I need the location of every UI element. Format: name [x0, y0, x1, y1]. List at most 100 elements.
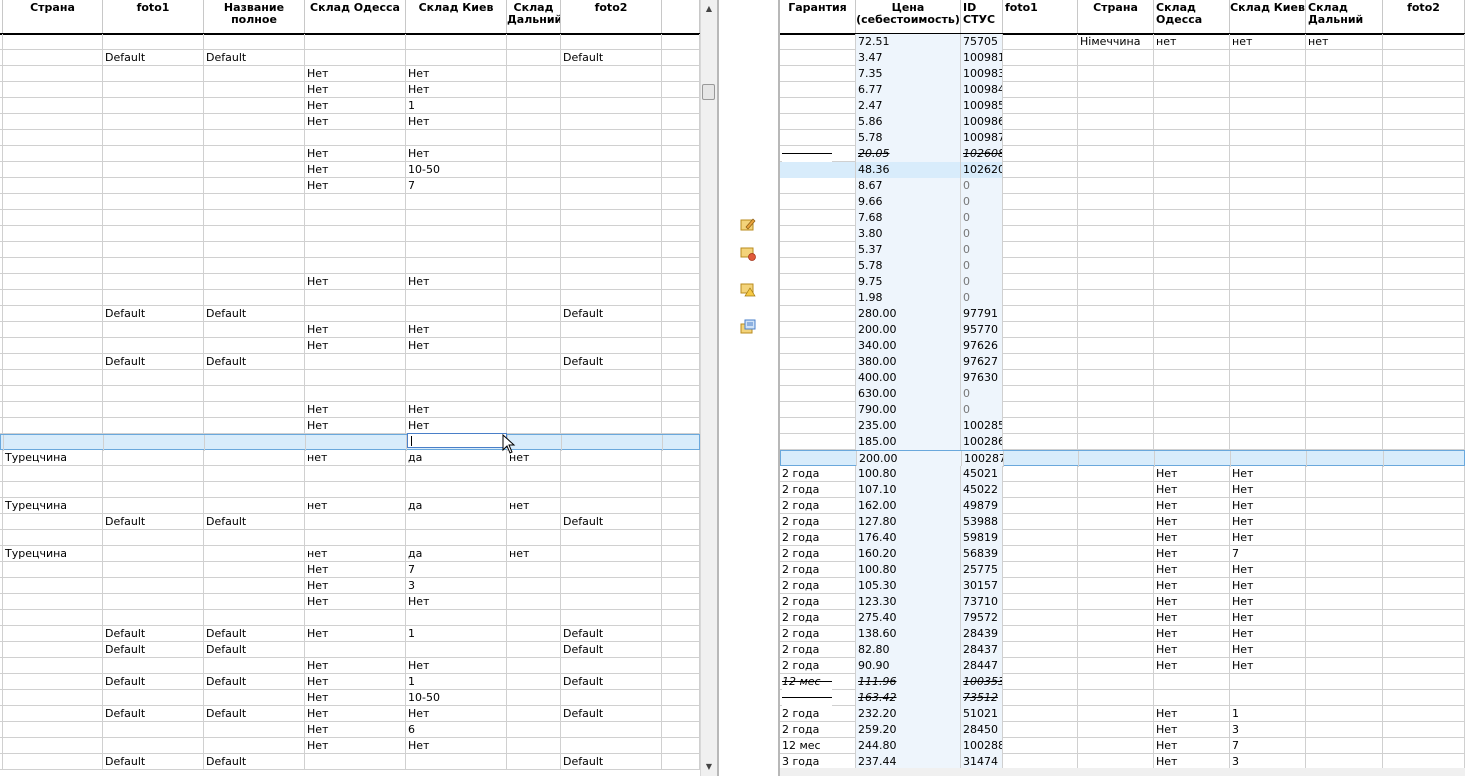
table-row[interactable] [0, 290, 700, 306]
column-header[interactable]: Склад Одесса [1154, 0, 1230, 33]
table-row[interactable]: Default Default Default [0, 514, 700, 530]
table-cell[interactable]: 163.42 [856, 690, 961, 706]
table-cell[interactable] [663, 435, 700, 451]
table-cell[interactable] [204, 722, 305, 738]
table-cell[interactable] [1383, 194, 1465, 210]
table-row[interactable]: 2 года 100.80 25775 Нет Нет [780, 562, 1465, 578]
table-cell[interactable]: Нет [406, 146, 507, 162]
table-cell[interactable] [1383, 258, 1465, 274]
table-cell[interactable] [204, 34, 305, 50]
table-row[interactable]: 9.75 0 [780, 274, 1465, 290]
table-cell[interactable]: Default [103, 306, 204, 322]
table-cell[interactable] [1230, 210, 1306, 226]
table-cell[interactable] [507, 34, 561, 50]
table-cell[interactable] [1003, 738, 1078, 754]
table-cell[interactable] [662, 498, 700, 514]
table-cell[interactable] [561, 114, 662, 130]
table-row[interactable]: Нет Нет [0, 114, 700, 130]
table-cell[interactable] [780, 66, 856, 82]
delete-row-icon[interactable] [740, 245, 756, 261]
table-cell[interactable]: 138.60 [856, 626, 961, 642]
table-cell[interactable] [507, 370, 561, 386]
table-cell[interactable] [104, 435, 205, 451]
table-row[interactable]: 2 года 176.40 59819 Нет Нет [780, 530, 1465, 546]
table-cell[interactable] [1306, 258, 1383, 274]
table-cell[interactable] [1383, 98, 1465, 114]
table-cell[interactable]: 2 года [780, 546, 856, 562]
table-cell[interactable] [1230, 354, 1306, 370]
table-cell[interactable] [1230, 306, 1306, 322]
table-cell[interactable]: 790.00 [856, 402, 961, 418]
table-row[interactable]: 2 года 105.30 30157 Нет Нет [780, 578, 1465, 594]
table-cell[interactable] [305, 34, 406, 50]
table-cell[interactable]: 56839 [961, 546, 1003, 562]
table-cell[interactable] [662, 242, 700, 258]
scroll-up-icon[interactable]: ▲ [702, 2, 716, 16]
table-cell[interactable]: 51021 [961, 706, 1003, 722]
table-cell[interactable] [1383, 402, 1465, 418]
table-cell[interactable] [3, 162, 103, 178]
table-row[interactable]: Нет 10-50 [0, 690, 700, 706]
table-cell[interactable]: 2 года [780, 658, 856, 674]
table-row[interactable]: 2 года 160.20 56839 Нет 7 [780, 546, 1465, 562]
table-cell[interactable] [561, 530, 662, 546]
table-cell[interactable]: Нет [1230, 626, 1306, 642]
table-cell[interactable] [204, 546, 305, 562]
table-cell[interactable]: Нет [406, 66, 507, 82]
table-row[interactable]: 7.68 0 [780, 210, 1465, 226]
table-cell[interactable]: 2 года [780, 722, 856, 738]
table-cell[interactable] [1078, 642, 1154, 658]
table-cell[interactable] [103, 562, 204, 578]
table-cell[interactable]: Нет [406, 114, 507, 130]
table-cell[interactable] [204, 562, 305, 578]
table-cell[interactable]: 100986 [961, 114, 1003, 130]
table-cell[interactable] [204, 210, 305, 226]
table-cell[interactable] [204, 658, 305, 674]
table-cell[interactable] [1383, 562, 1465, 578]
table-cell[interactable] [1306, 322, 1383, 338]
table-cell[interactable]: Нет [406, 274, 507, 290]
table-cell[interactable]: 232.20 [856, 706, 961, 722]
table-cell[interactable]: 0 [961, 386, 1003, 402]
table-cell[interactable] [507, 386, 561, 402]
table-cell[interactable] [1154, 370, 1230, 386]
table-cell[interactable] [1003, 34, 1078, 50]
table-cell[interactable] [1003, 162, 1078, 178]
table-cell[interactable] [507, 242, 561, 258]
table-cell[interactable]: Default [103, 626, 204, 642]
table-cell[interactable] [1003, 610, 1078, 626]
column-header[interactable]: foto2 [561, 0, 662, 33]
table-cell[interactable] [1383, 34, 1465, 50]
table-cell[interactable] [1306, 562, 1383, 578]
table-cell[interactable] [507, 626, 561, 642]
table-cell[interactable]: Нет [1230, 466, 1306, 482]
table-cell[interactable]: Нет [305, 338, 406, 354]
table-cell[interactable]: 185.00 [856, 434, 961, 450]
table-cell[interactable] [204, 386, 305, 402]
table-cell[interactable] [561, 386, 662, 402]
table-cell[interactable]: 0 [961, 210, 1003, 226]
table-row[interactable]: Нет Нет [0, 66, 700, 82]
table-row[interactable]: 2.47 100985 [780, 98, 1465, 114]
table-cell[interactable] [3, 466, 103, 482]
table-cell[interactable] [1306, 210, 1383, 226]
table-cell[interactable] [1078, 210, 1154, 226]
table-cell[interactable] [103, 738, 204, 754]
table-cell[interactable] [1003, 370, 1078, 386]
table-cell[interactable] [204, 194, 305, 210]
table-cell[interactable]: 127.80 [856, 514, 961, 530]
table-row[interactable]: Нет 3 [0, 578, 700, 594]
table-row[interactable] [0, 482, 700, 498]
table-cell[interactable]: Default [204, 642, 305, 658]
table-cell[interactable] [204, 578, 305, 594]
table-cell[interactable]: Нет [406, 658, 507, 674]
table-row[interactable]: Нет 6 [0, 722, 700, 738]
table-cell[interactable] [1003, 434, 1078, 450]
table-cell[interactable] [561, 130, 662, 146]
table-cell[interactable] [1230, 418, 1306, 434]
table-cell[interactable] [1003, 354, 1078, 370]
table-cell[interactable] [507, 50, 561, 66]
table-cell[interactable] [3, 722, 103, 738]
table-cell[interactable] [1003, 642, 1078, 658]
table-row[interactable] [0, 210, 700, 226]
